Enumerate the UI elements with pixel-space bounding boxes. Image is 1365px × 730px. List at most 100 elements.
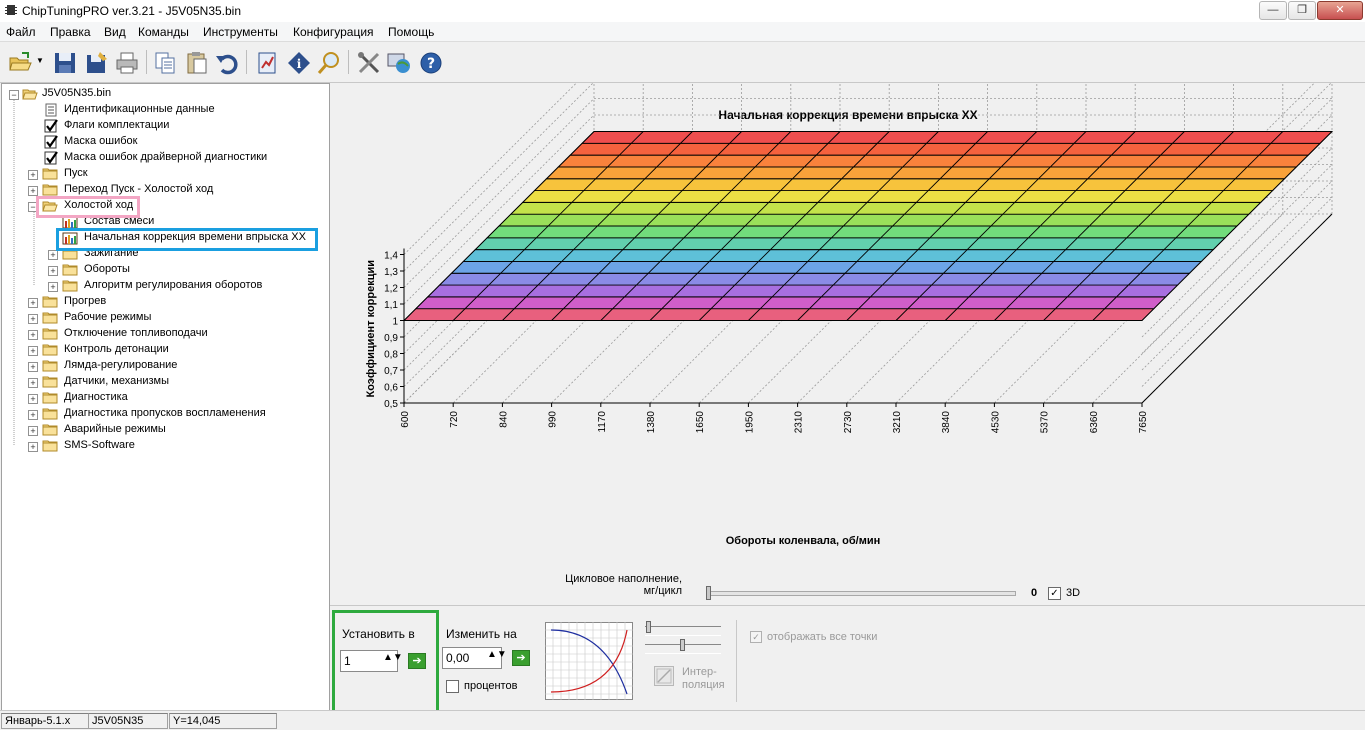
tree-item[interactable]: + Лямда-регулирование [2,358,329,374]
surface-band[interactable] [426,284,1179,298]
surface-band[interactable] [462,249,1215,262]
tree-expand-toggle[interactable]: + [28,442,38,452]
tree-expand-toggle[interactable]: + [28,170,38,180]
tree-expand-toggle[interactable]: + [28,394,38,404]
tools-icon[interactable] [356,50,382,76]
tree-expand-toggle[interactable]: + [28,362,38,372]
tree-item[interactable]: + Датчики, механизмы [2,374,329,390]
minimize-button[interactable]: — [1259,1,1287,20]
checkbox-3d[interactable]: ✓ [1048,587,1061,600]
info-icon[interactable]: i [286,50,312,76]
slider-thumb[interactable] [706,586,711,600]
surface-band[interactable] [533,178,1286,192]
print-icon[interactable] [114,50,140,76]
tree-item[interactable]: + Пуск [2,166,329,182]
menu-help[interactable]: Помощь [388,25,434,39]
surface-band[interactable] [402,308,1155,321]
tree-expand-toggle[interactable]: + [28,346,38,356]
tree-expand-toggle[interactable]: + [28,330,38,340]
tree-item[interactable]: + SMS-Software [2,438,329,454]
surface-band[interactable] [474,237,1227,251]
tree-item[interactable]: + Рабочие режимы [2,310,329,326]
tree-expand-toggle[interactable]: + [48,250,58,260]
y-tick-label: 0,5 [384,399,398,410]
tree-item[interactable]: + Диагностика пропусков воспламенения [2,406,329,422]
tree-item-label: Отключение топливоподачи [64,327,208,339]
menu-tools[interactable]: Инструменты [203,25,278,39]
menu-file[interactable]: Файл [6,25,36,39]
tree-item[interactable]: Флаги комплектации [2,118,329,134]
folder-icon [42,376,58,388]
tree-expand-toggle[interactable]: + [28,314,38,324]
open-folder-icon[interactable] [8,50,34,76]
project-tree[interactable]: − J5V05N35.bin Идентификационные данные Фла… [1,83,330,712]
surface-band[interactable] [497,213,1250,227]
cycle-filling-slider[interactable] [706,586,1016,600]
surface-band[interactable] [438,272,1191,286]
tree-item[interactable]: + Алгоритм регулирования оборотов [2,278,329,294]
tree-item[interactable]: + Отключение топливоподачи [2,326,329,342]
tree-expand-toggle[interactable]: + [28,378,38,388]
y-tick-label: 0,7 [384,366,398,377]
surface-band[interactable] [509,201,1262,215]
change-by-input[interactable]: 0,00 ▲▼ [442,647,507,669]
tree-item[interactable]: Маска ошибок драйверной диагностики [2,150,329,166]
tree-item[interactable]: + Обороты [2,262,329,278]
tree-expand-toggle[interactable]: + [28,410,38,420]
search-icon[interactable] [316,50,342,76]
surface-band[interactable] [557,154,1310,168]
close-button[interactable]: ✕ [1317,1,1363,20]
surface-band[interactable] [545,166,1298,180]
surface-band[interactable] [581,131,1334,144]
tree-item[interactable]: + Аварийные режимы [2,422,329,438]
curve-slider-1[interactable] [645,626,721,636]
surface-band[interactable] [486,225,1239,239]
interpolation-curve-preview[interactable] [545,622,633,700]
copy-icon[interactable] [152,50,178,76]
tree-collapse-toggle[interactable]: − [9,90,19,100]
tree-item[interactable]: + Контроль детонации [2,342,329,358]
tree-item[interactable]: Маска ошибок [2,134,329,150]
tree-expand-toggle[interactable]: + [48,282,58,292]
menu-view[interactable]: Вид [104,25,126,39]
surface-band[interactable] [450,260,1203,274]
maximize-button[interactable]: ❐ [1288,1,1316,20]
tree-item-label: Аварийные режимы [64,423,166,435]
menu-commands[interactable]: Команды [138,25,189,39]
undo-icon[interactable] [214,50,240,76]
save-icon[interactable] [52,50,78,76]
curve-slider-1-thumb[interactable] [646,621,651,633]
tree-expand-toggle[interactable]: + [28,298,38,308]
surface-chart[interactable]: Начальная коррекция времени впрыска ХХ0,… [330,83,1365,605]
set-value-input[interactable]: 1 ▲▼ [340,650,403,672]
menu-configuration[interactable]: Конфигурация [293,25,374,39]
save-as-icon[interactable] [84,50,110,76]
interpolation-button[interactable] [654,666,674,686]
tree-item[interactable]: Идентификационные данные [2,102,329,118]
curve-slider-2-thumb[interactable] [680,639,685,651]
tree-expand-toggle[interactable]: + [48,266,58,276]
tree-expand-toggle[interactable]: + [28,426,38,436]
table-report-icon[interactable] [254,50,280,76]
folder-icon [42,296,58,308]
globe-icon[interactable] [386,50,412,76]
menu-edit[interactable]: Правка [50,25,91,39]
x-tick-label: 5370 [1040,411,1051,434]
surface-band[interactable] [414,296,1167,310]
tree-item[interactable]: + Прогрев [2,294,329,310]
help-icon[interactable]: ? [418,50,444,76]
percent-checkbox[interactable] [446,680,459,693]
paste-icon[interactable] [184,50,210,76]
window-title: ChipTuningPRO ver.3.21 - J5V05N35.bin [22,4,242,18]
tree-item[interactable]: + Диагностика [2,390,329,406]
show-all-points-checkbox[interactable]: ✓ [750,631,762,643]
spin-arrows-icon[interactable]: ▲▼ [487,649,507,660]
open-dropdown-icon[interactable]: ▼ [36,56,44,65]
surface-band[interactable] [521,190,1274,203]
apply-change-button[interactable]: ➔ [512,650,530,666]
surface-band[interactable] [569,142,1322,156]
spin-arrows-icon[interactable]: ▲▼ [383,652,403,663]
apply-set-button[interactable]: ➔ [408,653,426,669]
folder-icon [42,312,58,324]
tree-expand-toggle[interactable]: + [28,186,38,196]
